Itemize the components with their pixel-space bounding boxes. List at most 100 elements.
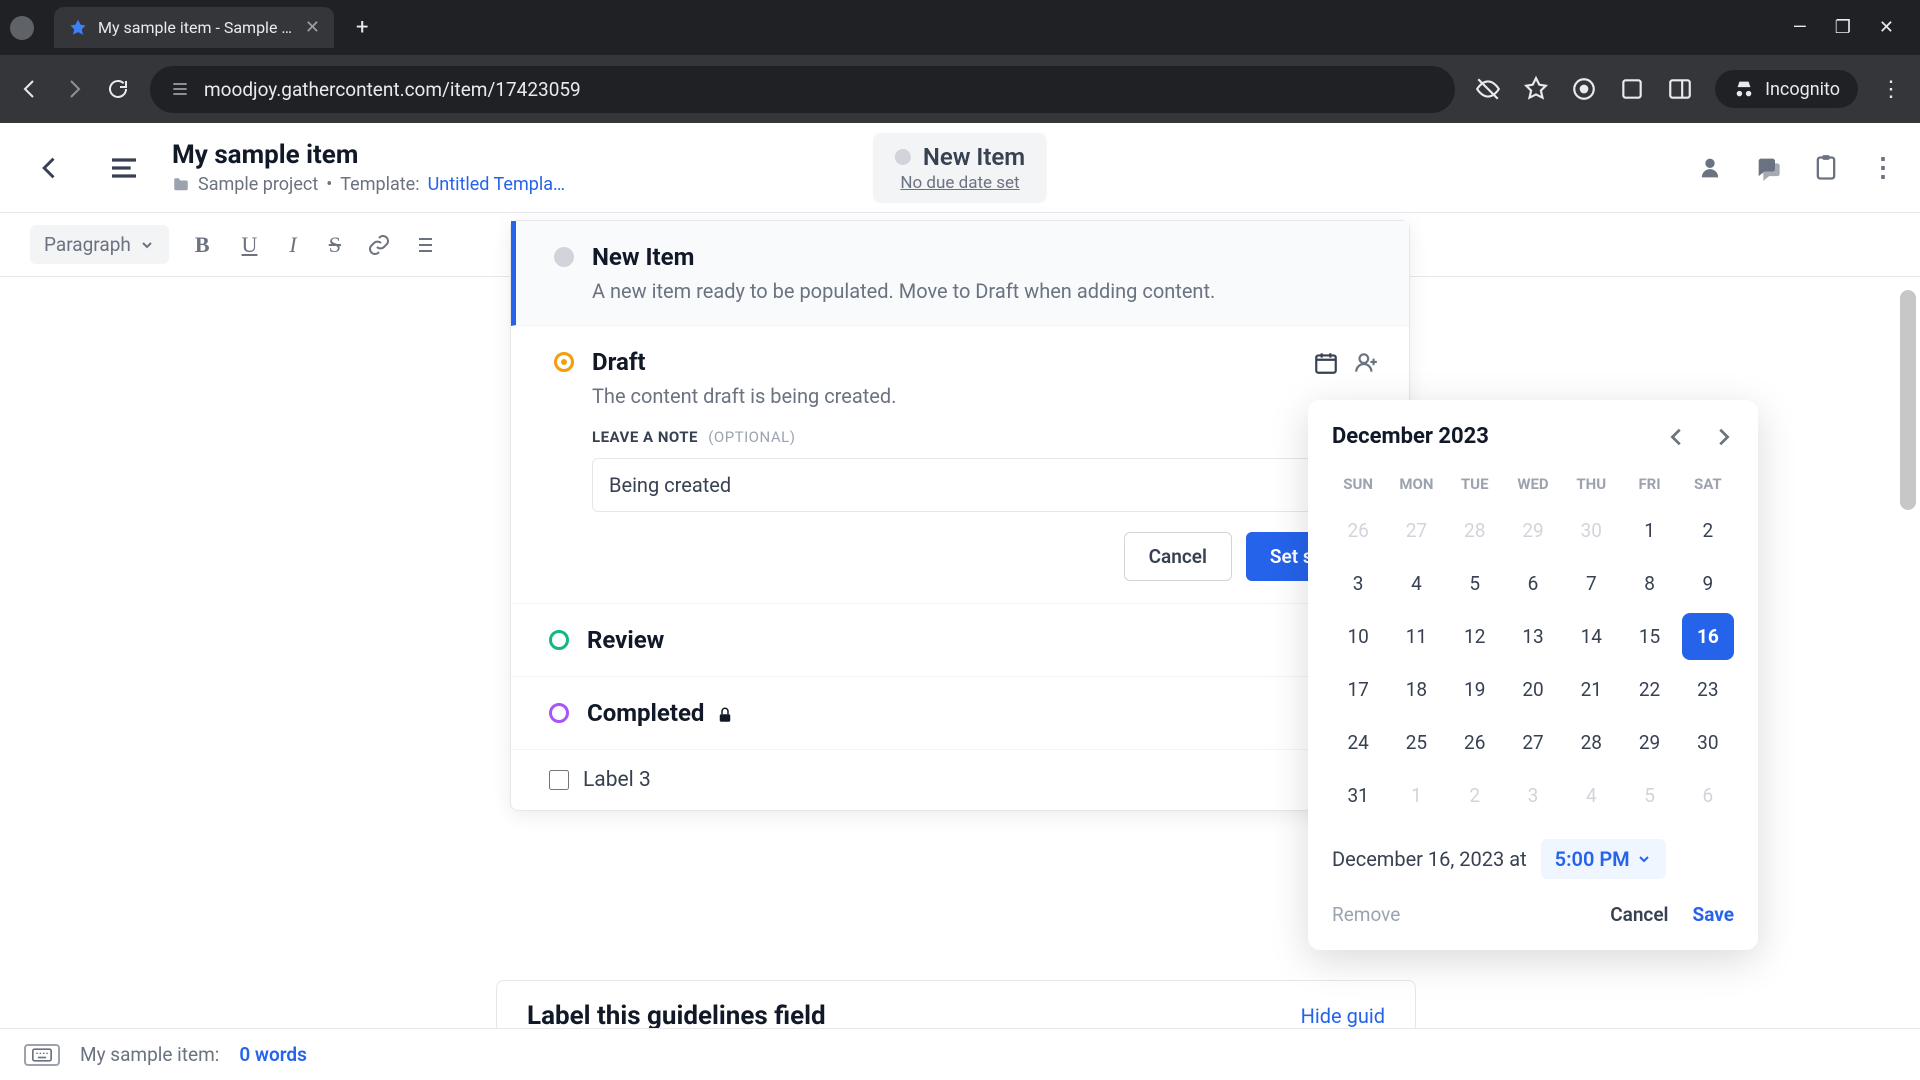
workflow-item-completed[interactable]: Completed <box>511 677 1409 750</box>
eye-off-icon[interactable] <box>1475 76 1501 102</box>
datepicker-cancel-button[interactable]: Cancel <box>1610 903 1668 926</box>
calendar-day[interactable]: 4 <box>1565 772 1617 819</box>
calendar-day[interactable]: 12 <box>1449 613 1501 660</box>
calendar-day[interactable]: 21 <box>1565 666 1617 713</box>
calendar-day[interactable]: 28 <box>1449 507 1501 554</box>
bold-button[interactable]: B <box>189 228 216 262</box>
italic-button[interactable]: I <box>283 228 302 262</box>
calendar-day[interactable]: 29 <box>1623 719 1675 766</box>
calendar-day[interactable]: 18 <box>1390 666 1442 713</box>
calendar-day[interactable]: 10 <box>1332 613 1384 660</box>
calendar-day[interactable]: 4 <box>1390 560 1442 607</box>
calendar-day[interactable]: 5 <box>1623 772 1675 819</box>
more-icon[interactable]: ⋮ <box>1870 153 1896 183</box>
panel-icon[interactable] <box>1667 76 1693 102</box>
keyboard-icon[interactable] <box>24 1044 60 1066</box>
calendar-day[interactable]: 6 <box>1682 772 1734 819</box>
comments-icon[interactable] <box>1754 154 1782 182</box>
calendar-day[interactable]: 25 <box>1390 719 1442 766</box>
site-settings-icon[interactable] <box>170 79 190 99</box>
calendar-day[interactable]: 2 <box>1682 507 1734 554</box>
calendar-day[interactable]: 3 <box>1332 560 1384 607</box>
calendar-day[interactable]: 27 <box>1390 507 1442 554</box>
workflow-item-review[interactable]: Review <box>511 604 1409 677</box>
menu-button[interactable] <box>96 140 152 196</box>
remove-date-button[interactable]: Remove <box>1332 903 1400 926</box>
label3-row[interactable]: Label 3 <box>511 750 1409 810</box>
profile-circle[interactable] <box>10 16 34 40</box>
status-pill[interactable]: New Item No due date set <box>873 133 1047 203</box>
paragraph-select[interactable]: Paragraph <box>30 225 169 264</box>
calendar-day[interactable]: 1 <box>1390 772 1442 819</box>
template-link[interactable]: Untitled Templa… <box>428 174 565 195</box>
note-input[interactable] <box>592 458 1333 512</box>
calendar-day[interactable]: 1 <box>1623 507 1675 554</box>
bookmark-star-icon[interactable] <box>1523 76 1549 102</box>
link-icon[interactable] <box>367 233 391 257</box>
kebab-menu-icon[interactable]: ⋮ <box>1880 77 1902 102</box>
time-select[interactable]: 5:00 PM <box>1541 839 1666 879</box>
extension-icon[interactable] <box>1571 76 1597 102</box>
back-icon[interactable] <box>18 77 42 101</box>
calendar-day[interactable]: 8 <box>1623 560 1675 607</box>
calendar-icon[interactable] <box>1313 350 1339 376</box>
label3-checkbox[interactable] <box>549 770 569 790</box>
tab-bar: My sample item - Sample proj… ✕ + — ❐ ✕ <box>0 0 1920 55</box>
calendar-day[interactable]: 15 <box>1623 613 1675 660</box>
calendar-day[interactable]: 11 <box>1390 613 1442 660</box>
calendar-day[interactable]: 7 <box>1565 560 1617 607</box>
calendar-day[interactable]: 30 <box>1682 719 1734 766</box>
due-date[interactable]: No due date set <box>895 173 1025 193</box>
reload-icon[interactable] <box>106 77 130 101</box>
person-icon[interactable] <box>1696 154 1724 182</box>
workflow-item-draft[interactable]: Draft The content draft is being created… <box>511 326 1409 604</box>
calendar-day[interactable]: 5 <box>1449 560 1501 607</box>
close-tab-icon[interactable]: ✕ <box>305 17 320 38</box>
list-icon[interactable] <box>411 233 435 257</box>
calendar-day[interactable]: 22 <box>1623 666 1675 713</box>
browser-tab[interactable]: My sample item - Sample proj… ✕ <box>54 7 334 48</box>
calendar-day[interactable]: 29 <box>1507 507 1559 554</box>
calendar-day[interactable]: 13 <box>1507 613 1559 660</box>
calendar-day[interactable]: 2 <box>1449 772 1501 819</box>
calendar-day[interactable]: 24 <box>1332 719 1384 766</box>
calendar-day[interactable]: 26 <box>1449 719 1501 766</box>
puzzle-icon[interactable] <box>1619 76 1645 102</box>
minimize-icon[interactable]: — <box>1793 17 1807 38</box>
cancel-button[interactable]: Cancel <box>1124 532 1232 581</box>
calendar-day[interactable]: 31 <box>1332 772 1384 819</box>
incognito-badge[interactable]: Incognito <box>1715 70 1858 108</box>
datepicker-save-button[interactable]: Save <box>1693 903 1735 926</box>
project-name[interactable]: Sample project <box>198 174 318 195</box>
calendar-day[interactable]: 23 <box>1682 666 1734 713</box>
clipboard-icon[interactable] <box>1812 154 1840 182</box>
calendar-day[interactable]: 28 <box>1565 719 1617 766</box>
calendar-day[interactable]: 20 <box>1507 666 1559 713</box>
back-button[interactable] <box>24 142 76 194</box>
scrollbar-thumb[interactable] <box>1900 290 1916 510</box>
calendar-day[interactable]: 3 <box>1507 772 1559 819</box>
next-month-icon[interactable] <box>1712 426 1734 448</box>
maximize-icon[interactable]: ❐ <box>1835 17 1851 38</box>
strikethrough-button[interactable]: S <box>323 228 347 262</box>
close-window-icon[interactable]: ✕ <box>1879 17 1894 38</box>
calendar-day[interactable]: 19 <box>1449 666 1501 713</box>
calendar-day[interactable]: 16 <box>1682 613 1734 660</box>
word-count[interactable]: 0 words <box>239 1043 306 1066</box>
forward-icon[interactable] <box>62 77 86 101</box>
new-tab-button[interactable]: + <box>342 15 382 40</box>
calendar-day[interactable]: 26 <box>1332 507 1384 554</box>
calendar-day[interactable]: 9 <box>1682 560 1734 607</box>
workflow-item-new[interactable]: New Item A new item ready to be populate… <box>511 221 1409 326</box>
calendar-day[interactable]: 14 <box>1565 613 1617 660</box>
hide-guidelines-link[interactable]: Hide guid <box>1301 1004 1385 1028</box>
calendar-day[interactable]: 27 <box>1507 719 1559 766</box>
calendar-day[interactable]: 17 <box>1332 666 1384 713</box>
prev-month-icon[interactable] <box>1666 426 1688 448</box>
underline-button[interactable]: U <box>236 228 264 262</box>
assign-person-icon[interactable] <box>1353 350 1379 376</box>
url-input[interactable]: moodjoy.gathercontent.com/item/17423059 <box>150 66 1455 113</box>
calendar-day[interactable]: 30 <box>1565 507 1617 554</box>
calendar-day[interactable]: 6 <box>1507 560 1559 607</box>
dow-label: SAT <box>1682 467 1734 501</box>
